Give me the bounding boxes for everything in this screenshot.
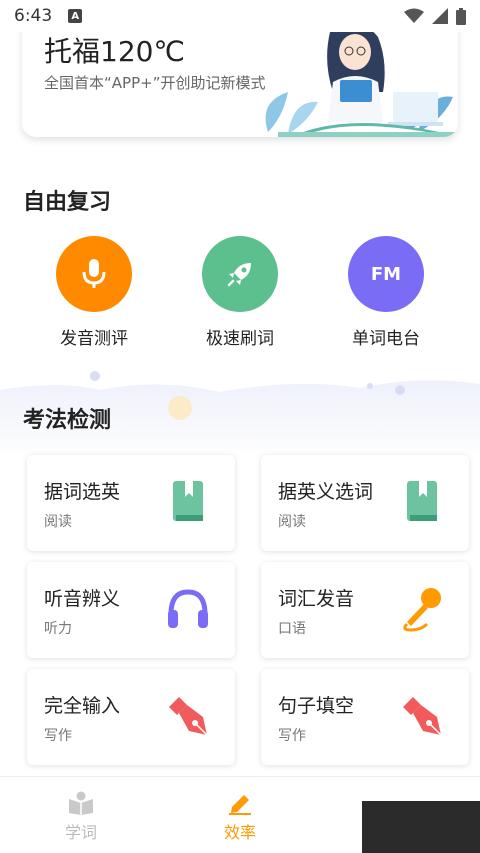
microphone-icon (403, 588, 441, 632)
card-speaking[interactable]: 词汇发音 口语 (261, 562, 469, 658)
card-title: 词汇发音 (278, 588, 355, 610)
card-sentence-fill[interactable]: 句子填空 写作 (261, 669, 469, 765)
overlay-panel (362, 801, 480, 853)
review-label-speed: 极速刷词 (206, 329, 274, 349)
card-listening[interactable]: 听音辨义 听力 (27, 562, 235, 658)
fm-icon: FM (370, 263, 402, 285)
tab-label: 效率 (223, 823, 256, 842)
review-label-radio: 单词电台 (352, 329, 420, 349)
card-english-to-word[interactable]: 据英义选词 阅读 (261, 455, 469, 551)
card-subtitle: 阅读 (278, 514, 306, 530)
banner-subtitle: 全国首本“APP+”开创助记新模式 (44, 74, 266, 92)
wifi-icon (404, 8, 424, 23)
pen-nib-icon (403, 697, 442, 736)
card-subtitle: 写作 (278, 728, 306, 744)
signal-icon (432, 8, 448, 24)
card-title: 完全输入 (44, 695, 121, 717)
exam-title: 考法检测 (23, 408, 112, 433)
tab-learn-words[interactable]: 学词 (41, 791, 121, 843)
book-icon (173, 481, 203, 521)
card-full-input[interactable]: 完全输入 写作 (27, 669, 235, 765)
bottom-nav: 学词 效率 (0, 776, 480, 853)
tab-label: 学词 (64, 823, 97, 842)
fm-circle: FM (348, 236, 424, 312)
notification-icon: A (68, 9, 83, 23)
status-bar: 6:43 A (0, 0, 480, 32)
review-radio-button[interactable]: FM 单词电台 (326, 236, 446, 349)
card-title: 听音辨义 (44, 588, 121, 610)
card-title: 句子填空 (278, 695, 355, 717)
rocket-icon (227, 263, 251, 287)
card-subtitle: 口语 (278, 621, 306, 637)
card-subtitle: 写作 (44, 728, 72, 744)
promo-banner[interactable]: 托福120℃ 全国首本“APP+”开创助记新模式 (22, 22, 458, 137)
card-subtitle: 听力 (44, 621, 72, 637)
status-icons (404, 7, 466, 25)
card-subtitle: 阅读 (44, 514, 72, 530)
battery-icon (456, 7, 466, 25)
card-word-to-english[interactable]: 据词选英 阅读 (27, 455, 235, 551)
book-open-icon (69, 791, 93, 815)
tab-efficiency[interactable]: 效率 (200, 791, 280, 843)
pen-nib-icon (169, 697, 208, 736)
card-title: 据词选英 (44, 481, 121, 503)
review-speed-button[interactable]: 极速刷词 (180, 236, 300, 349)
banner-title: 托福120℃ (44, 35, 185, 68)
status-time: 6:43 (14, 6, 53, 26)
headphones-icon (168, 589, 208, 628)
reading-girl-illustration (265, 23, 458, 137)
free-review-title: 自由复习 (23, 190, 112, 215)
review-pronunciation-button[interactable]: 发音测评 (34, 236, 154, 349)
rocket-circle (202, 236, 278, 312)
review-label-pronunciation: 发音测评 (60, 329, 128, 349)
card-title: 据英义选词 (278, 481, 374, 503)
microphone-circle (56, 236, 132, 312)
book-icon (407, 481, 437, 521)
microphone-icon (82, 259, 106, 288)
pencil-icon (229, 795, 251, 815)
